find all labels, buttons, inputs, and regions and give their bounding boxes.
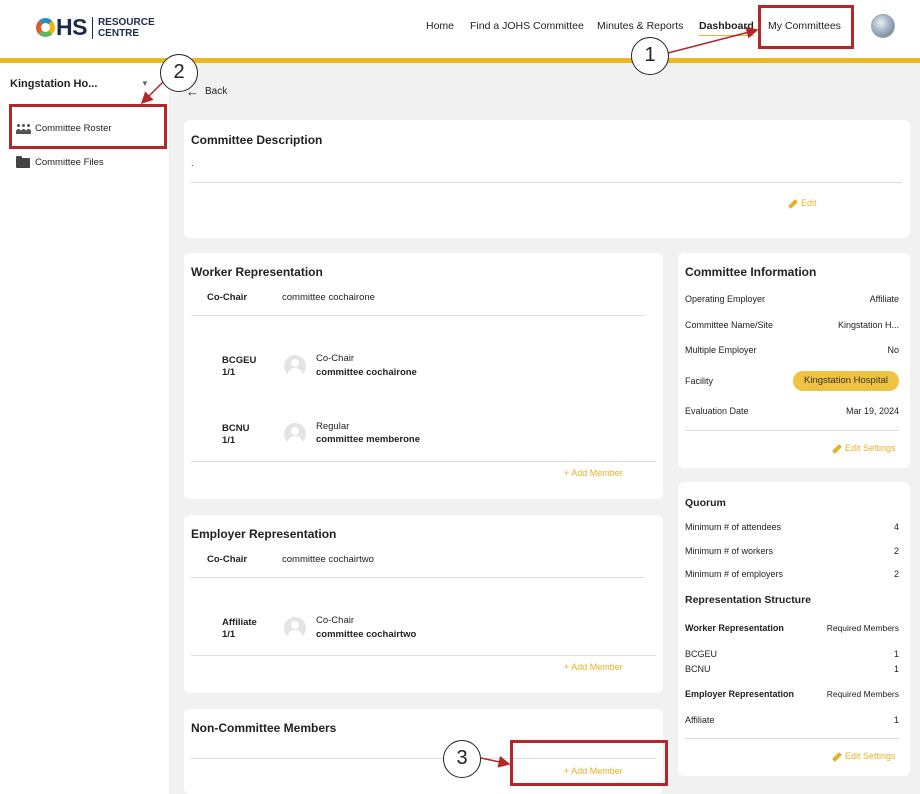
pencil-icon: [832, 751, 842, 762]
cochair-name: committee cochairtwo: [282, 554, 374, 565]
structure-value: 1: [893, 715, 899, 725]
divider: [191, 315, 645, 316]
logo-subtitle: RESOURCE CENTRE: [98, 17, 155, 39]
union-count: 1/1: [222, 367, 236, 378]
divider: [191, 577, 645, 578]
facility-badge: Kingstation Hospital: [793, 371, 899, 391]
description-text: .: [191, 158, 194, 169]
logo-ring-icon: [36, 18, 55, 37]
ohs-logo[interactable]: HS RESOURCE CENTRE: [36, 14, 155, 41]
worker-representation-header: Worker Representation: [685, 623, 784, 633]
nav-home[interactable]: Home: [426, 20, 454, 32]
logo-text: HS: [56, 14, 87, 40]
card-title: Worker Representation: [191, 265, 323, 279]
union-name: Affiliate: [222, 617, 257, 628]
required-members-header: Required Members: [826, 623, 899, 633]
edit-label: Edit Settings: [845, 751, 896, 761]
structure-label: BCGEU: [685, 649, 718, 659]
structure-value: 1: [893, 649, 899, 659]
edit-settings-button[interactable]: Edit Settings: [832, 443, 896, 454]
union-name: BCNU: [222, 423, 250, 434]
info-label: Committee Name/Site: [685, 320, 774, 330]
pencil-icon: [788, 198, 798, 209]
add-employer-member-button[interactable]: + Add Member: [564, 662, 623, 672]
card-title: Employer Representation: [191, 527, 337, 541]
logo-divider: [91, 16, 93, 39]
divider: [685, 430, 899, 431]
annotation-number-1: 1: [631, 37, 669, 75]
card-title: Non-Committee Members: [191, 721, 337, 735]
info-value: Mar 19, 2024: [845, 406, 899, 416]
edit-label: Edit Settings: [845, 443, 896, 453]
member-avatar-icon: [284, 617, 306, 639]
divider: [191, 461, 656, 462]
employer-representation-header: Employer Representation: [685, 689, 795, 699]
structure-value: 1: [893, 664, 899, 674]
add-worker-member-button[interactable]: + Add Member: [564, 468, 623, 478]
info-label: Facility: [685, 376, 714, 386]
quorum-title: Quorum: [685, 497, 726, 509]
member-name[interactable]: committee cochairtwo: [316, 629, 416, 640]
divider: [191, 655, 656, 656]
info-value: Kingstation H...: [837, 320, 899, 330]
divider: [191, 182, 902, 183]
quorum-value: 2: [893, 546, 899, 556]
info-label: Operating Employer: [685, 294, 766, 304]
committee-selector[interactable]: Kingstation Ho...: [10, 78, 97, 90]
member-avatar-icon: [284, 423, 306, 445]
union-count: 1/1: [222, 629, 236, 640]
worker-representation-card: [184, 253, 663, 499]
sidebar: Kingstation Ho... ▼ Committee Roster Com…: [0, 63, 170, 794]
annotation-number-2: 2: [160, 54, 198, 92]
logo-subtitle-line-1: RESOURCE: [97, 16, 155, 28]
annotation-box-my-committees: [758, 5, 854, 49]
sidebar-item-label: Committee Files: [35, 157, 104, 168]
structure-label: BCNU: [685, 664, 711, 674]
divider: [685, 738, 899, 739]
committee-information-card: [678, 253, 910, 468]
chevron-down-icon[interactable]: ▼: [141, 79, 149, 88]
structure-label: Affiliate: [685, 715, 715, 725]
cochair-label: Co-Chair: [207, 554, 248, 565]
info-value: No: [887, 345, 899, 355]
member-avatar-icon: [284, 355, 306, 377]
folder-icon: [16, 155, 30, 168]
back-label: Back: [205, 86, 228, 97]
union-count: 1/1: [222, 435, 236, 446]
quorum-value: 2: [893, 569, 899, 579]
required-members-header: Required Members: [826, 689, 899, 699]
cochair-label: Co-Chair: [207, 292, 248, 303]
edit-settings-button[interactable]: Edit Settings: [832, 751, 896, 762]
logo-subtitle-line-2: CENTRE: [97, 27, 140, 39]
cochair-name: committee cochairone: [282, 292, 375, 303]
annotation-number-3: 3: [443, 740, 481, 778]
member-role: Regular: [316, 421, 350, 432]
annotation-box-add-member: [510, 740, 668, 786]
nav-dashboard[interactable]: Dashboard: [699, 20, 754, 36]
representation-structure-title: Representation Structure: [685, 594, 812, 606]
sidebar-item-committee-files[interactable]: Committee Files: [16, 155, 104, 168]
edit-label: Edit: [801, 198, 817, 208]
info-value: Affiliate: [869, 294, 899, 304]
annotation-box-committee-roster: [9, 104, 167, 149]
quorum-value: 4: [893, 522, 899, 532]
card-title: Committee Information: [685, 265, 817, 279]
info-label: Multiple Employer: [685, 345, 757, 355]
quorum-label: Minimum # of employers: [685, 569, 784, 579]
info-label: Evaluation Date: [685, 406, 749, 416]
member-role: Co-Chair: [316, 615, 355, 626]
nav-minutes-reports[interactable]: Minutes & Reports: [597, 20, 683, 32]
member-role: Co-Chair: [316, 353, 355, 364]
nav-find-committee[interactable]: Find a JOHS Committee: [470, 20, 584, 32]
quorum-label: Minimum # of attendees: [685, 522, 782, 532]
pencil-icon: [832, 443, 842, 454]
union-name: BCGEU: [222, 355, 257, 366]
member-name[interactable]: committee memberone: [316, 434, 420, 445]
card-title: Committee Description: [191, 133, 323, 147]
edit-description-button[interactable]: Edit: [788, 198, 817, 209]
quorum-label: Minimum # of workers: [685, 546, 774, 556]
user-avatar[interactable]: [871, 14, 895, 38]
member-name[interactable]: committee cochairone: [316, 367, 417, 378]
